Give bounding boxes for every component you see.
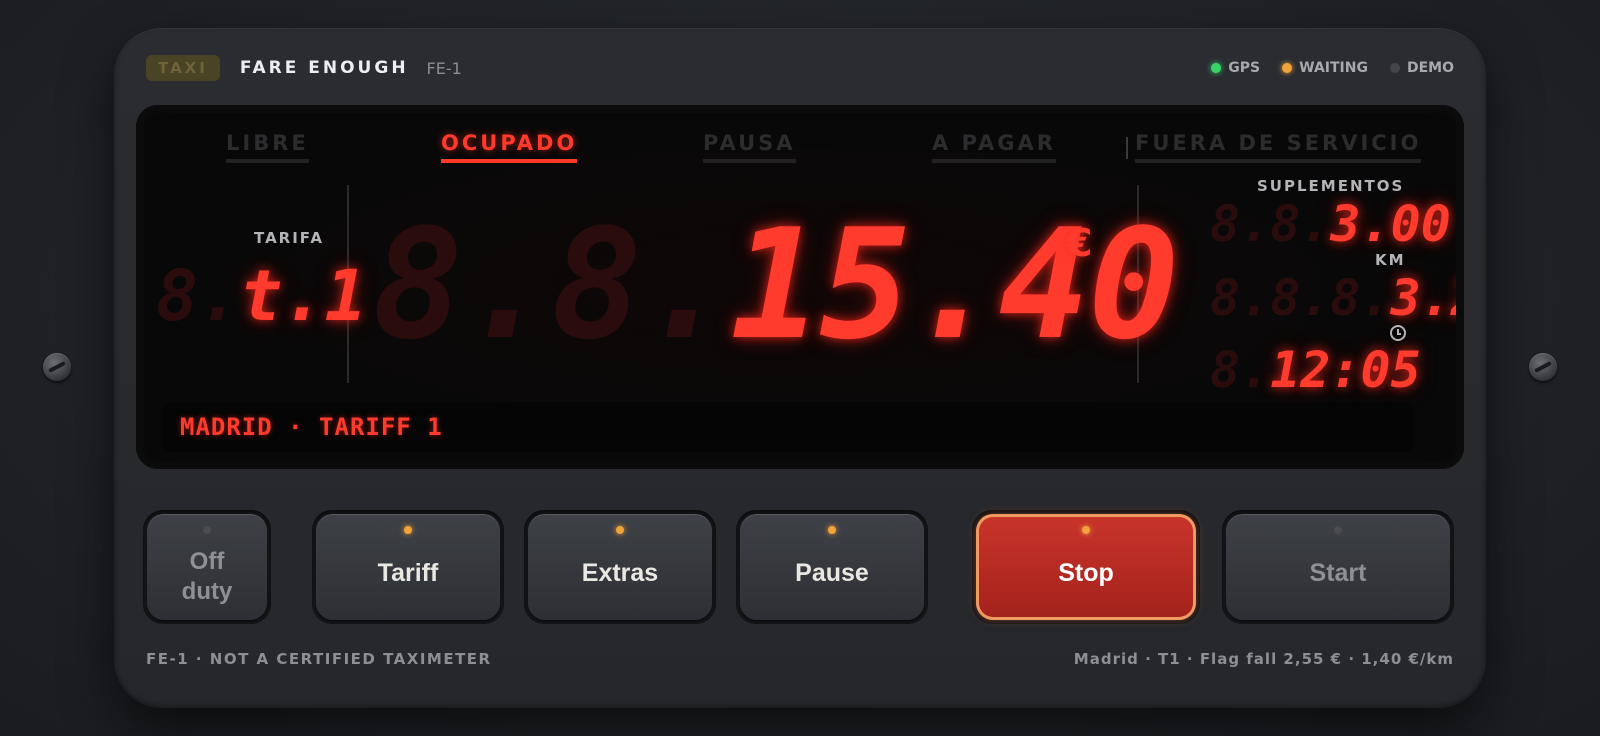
fare-value: 15.40 [730, 196, 1180, 373]
screw-right [1529, 353, 1557, 381]
brand-name: FARE ENOUGH [239, 58, 409, 78]
status-waiting-label: WAITING [1299, 60, 1368, 76]
status-waiting: WAITING [1282, 60, 1368, 76]
pause-led-icon [828, 526, 836, 534]
state-ocupado: OCUPADO [441, 131, 578, 163]
extras-button[interactable]: Extras [528, 514, 712, 620]
suplementos-label: SUPLEMENTOS [1257, 177, 1405, 195]
suplementos-value: 3.00 [1330, 195, 1451, 253]
taxi-badge: TAXI [146, 55, 220, 81]
off-duty-button[interactable]: Off duty [147, 514, 267, 620]
off-duty-label: Off duty [182, 547, 233, 607]
start-well: Start [1222, 510, 1454, 624]
suplementos-ghost-digits: 8.8. [1210, 195, 1331, 253]
status-demo-label: DEMO [1406, 60, 1454, 76]
tariff-well: Tariff [312, 510, 504, 624]
meter-display: LIBRE OCUPADO PAUSA A PAGAR FUERA DE SER… [136, 105, 1464, 469]
screw-left [43, 353, 71, 381]
time-ghost-digits: 8. [1210, 341, 1271, 399]
top-bar: TAXI FARE ENOUGH FE-1 GPS WAITING DEMO [146, 53, 1454, 83]
taximeter-device: TAXI FARE ENOUGH FE-1 GPS WAITING DEMO L… [114, 28, 1486, 708]
stop-led-icon [1082, 526, 1090, 534]
tarifa-readout: 8.t.1 [156, 261, 367, 331]
off-duty-label-line1: Off [189, 548, 225, 575]
start-led-icon [1334, 526, 1342, 534]
tariff-label: Tariff [377, 559, 439, 588]
status-indicators: GPS WAITING DEMO [1211, 60, 1454, 76]
waiting-led-icon [1282, 63, 1293, 73]
suplementos-readout: 8.8.3.00 [1210, 199, 1451, 249]
ticker-bar: MADRID · TARIFF 1 [162, 402, 1414, 452]
tariff-button[interactable]: Tariff [316, 514, 500, 620]
pause-well: Pause [736, 510, 928, 624]
demo-led-icon [1389, 63, 1400, 73]
extras-led-icon [616, 526, 624, 534]
km-value: 3.2 [1390, 269, 1456, 327]
state-pausa: PAUSA [703, 131, 796, 163]
off-duty-led-icon [203, 526, 211, 534]
state-fuera-de-servicio: FUERA DE SERVICIO [1135, 131, 1422, 163]
km-ghost-digits: 8.8.8. [1210, 269, 1391, 327]
gps-led-icon [1211, 63, 1222, 73]
clock-icon [1390, 325, 1406, 341]
fare-ghost-digits: 8.8. [372, 196, 732, 373]
stop-button[interactable]: Stop [976, 514, 1196, 620]
tarifa-value: t.1 [240, 255, 367, 337]
stop-label: Stop [1058, 559, 1114, 588]
state-libre: LIBRE [226, 131, 309, 163]
off-duty-well: Off duty [143, 510, 271, 624]
state-separator [1126, 137, 1128, 159]
km-readout: 8.8.8.3.2 [1210, 273, 1456, 323]
tariff-led-icon [404, 526, 412, 534]
footer-tariff-info: Madrid · T1 · Flag fall 2,55 € · 1,40 €/… [1073, 650, 1454, 668]
display-screen: LIBRE OCUPADO PAUSA A PAGAR FUERA DE SER… [144, 113, 1456, 461]
pause-button[interactable]: Pause [740, 514, 924, 620]
tarifa-ghost-digits: 8. [156, 255, 241, 337]
currency-symbol: € [1066, 221, 1093, 265]
extras-well: Extras [524, 510, 716, 624]
state-a-pagar: A PAGAR [932, 131, 1056, 163]
km-label: KM [1375, 251, 1406, 269]
time-readout: 8.12:05 [1210, 345, 1421, 395]
start-label: Start [1309, 559, 1367, 588]
footer-disclaimer: FE-1 · NOT A CERTIFIED TAXIMETER [146, 650, 492, 668]
pause-label: Pause [795, 559, 869, 588]
model-name: FE-1 [426, 58, 462, 78]
ticker-text: MADRID · TARIFF 1 [180, 413, 443, 441]
off-duty-label-line2: duty [181, 578, 233, 605]
status-demo: DEMO [1389, 60, 1454, 76]
start-button[interactable]: Start [1226, 514, 1450, 620]
fare-readout: 8.8.15.40 [372, 209, 1180, 361]
tarifa-label: TARIFA [254, 229, 324, 247]
status-gps-label: GPS [1228, 60, 1261, 76]
stop-well: Stop [972, 510, 1200, 624]
time-value: 12:05 [1270, 341, 1421, 399]
extras-label: Extras [581, 559, 659, 588]
status-gps: GPS [1211, 60, 1260, 76]
